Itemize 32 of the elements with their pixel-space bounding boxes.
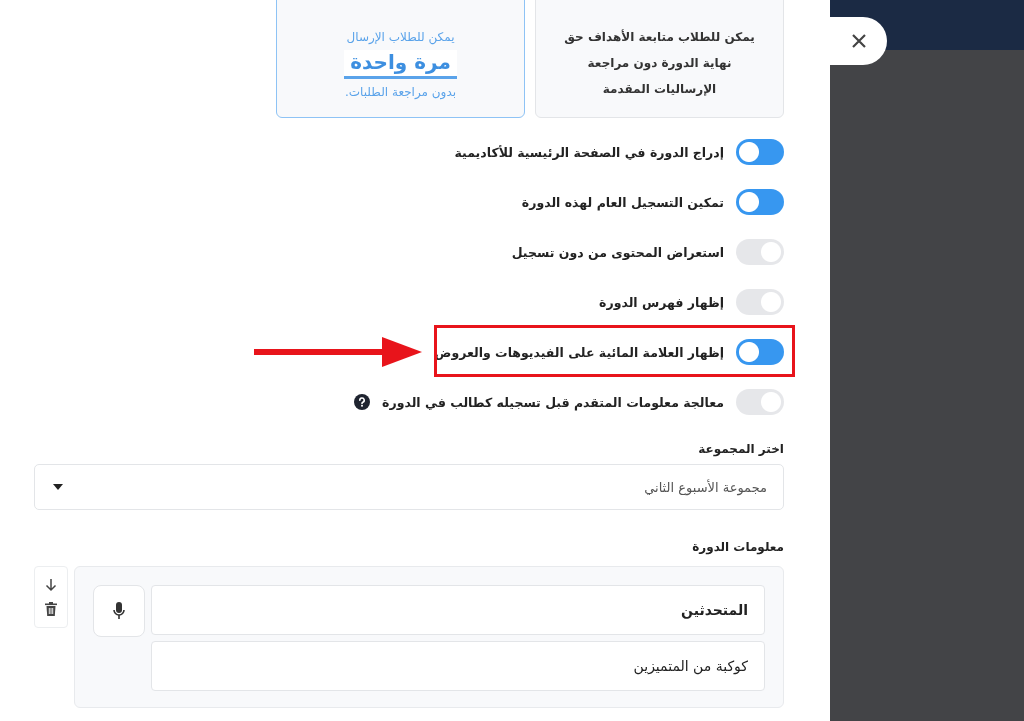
card-text: يمكن للطلاب الإرسال [346, 30, 455, 44]
toggle-switch[interactable] [736, 239, 784, 265]
close-icon [851, 34, 866, 48]
setting-label: استعراض المحتوى من دون تسجيل [511, 244, 724, 260]
plan-card[interactable]: يمكن للطلاب متابعة الأهداف حق نهاية الدورة دون مراجعة الإرساليات المقدمة [535, 0, 784, 118]
input-field[interactable]: المتحدثين [151, 585, 765, 635]
down-arrow-icon[interactable] [45, 577, 57, 592]
card-text: يمكن للطلاب متابعة الأهداف حق [564, 28, 755, 46]
toggle-switch[interactable] [736, 289, 784, 315]
toggle-switch[interactable] [736, 339, 784, 365]
setting-label: إدراج الدورة في الصفحة الرئيسية للأكاديمية [454, 144, 724, 160]
toggle-switch[interactable] [736, 189, 784, 215]
group-dropdown[interactable]: مجموعة الأسبوع الثاني [34, 464, 784, 510]
setting-label: معالجة معلومات المتقدم قبل تسجيله كطالب في الدورة [382, 394, 724, 410]
close-button[interactable] [830, 17, 887, 65]
setting-label: إظهار فهرس الدورة [599, 294, 724, 310]
microphone-icon [113, 602, 125, 620]
toggle-switch[interactable] [736, 389, 784, 415]
setting-label: إظهار العلامة المائية على الفيديوهات والعروض [434, 344, 724, 360]
card-text: نهاية الدورة دون مراجعة [587, 55, 732, 73]
input-field[interactable]: كوكبة من المتميزين [151, 641, 765, 691]
card-title: مرة واحدة [344, 50, 457, 79]
caret-icon [53, 484, 63, 490]
trash-icon[interactable] [45, 602, 57, 617]
help-icon[interactable] [354, 394, 371, 410]
card-text: الإرساليات المقدمة [602, 81, 717, 98]
toggle-switch[interactable] [736, 139, 784, 165]
field-label: اختر المجموعة [697, 442, 784, 456]
microphone-button[interactable] [93, 585, 145, 637]
card-text: بدون مراجعة الطلبات. [344, 85, 457, 99]
field-label: معلومات الدورة [691, 540, 784, 554]
setting-label: تمكين التسجيل العام لهذه الدورة [521, 194, 724, 210]
